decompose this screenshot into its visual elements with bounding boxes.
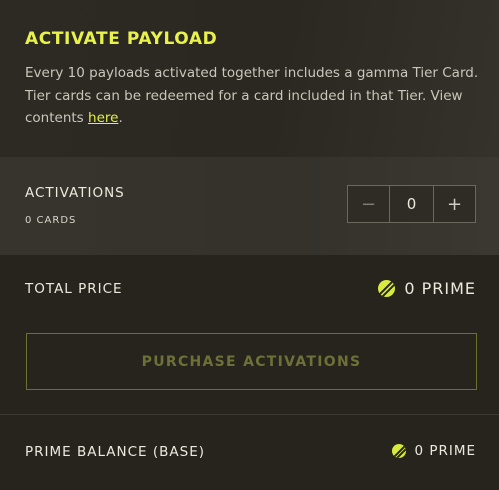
payload-description: Every 10 payloads activated together inc…	[25, 62, 485, 130]
divider	[0, 414, 499, 415]
panel-title: ACTIVATE PAYLOAD	[25, 29, 218, 49]
decrement-button[interactable]: −	[348, 186, 390, 222]
prime-currency-icon	[392, 444, 407, 458]
payload-info-section: ACTIVATE PAYLOAD Every 10 payloads activ…	[0, 0, 499, 157]
description-end: .	[118, 110, 123, 126]
cards-count: 0 CARDS	[25, 215, 77, 226]
prime-balance-label: PRIME BALANCE (BASE)	[25, 444, 206, 460]
prime-balance-value: 0 PRIME	[392, 443, 476, 459]
activations-value[interactable]: 0	[390, 186, 433, 222]
activate-payload-panel: ACTIVATE PAYLOAD Every 10 payloads activ…	[0, 0, 499, 490]
increment-button[interactable]: +	[433, 186, 475, 222]
view-contents-link[interactable]: here	[88, 110, 118, 126]
prime-currency-icon	[378, 280, 396, 297]
purchase-activations-button[interactable]: PURCHASE ACTIVATIONS	[26, 333, 477, 390]
total-price-amount: 0 PRIME	[404, 279, 476, 298]
activations-section: ACTIVATIONS 0 CARDS − 0 +	[0, 157, 499, 255]
total-price-label: TOTAL PRICE	[25, 281, 123, 297]
total-price-value: 0 PRIME	[378, 279, 476, 298]
activations-stepper: − 0 +	[347, 185, 476, 223]
prime-balance-amount: 0 PRIME	[414, 443, 476, 459]
activations-label: ACTIVATIONS	[25, 185, 125, 201]
